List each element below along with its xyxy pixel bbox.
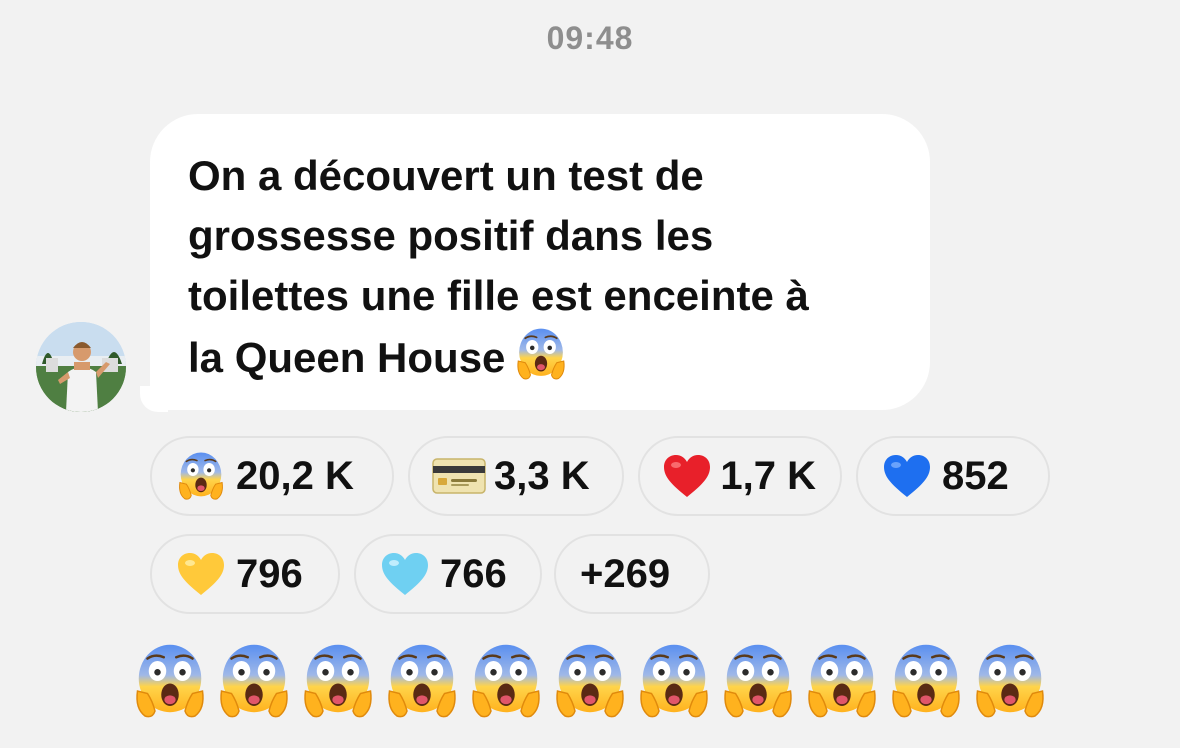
reaction-pill-credit-card[interactable]: 3,3 K [408,436,624,516]
face-screaming-in-fear-icon [884,636,968,726]
yellow-heart-icon [174,547,228,601]
face-screaming-in-fear-icon [548,636,632,726]
face-screaming-in-fear-icon [632,636,716,726]
reaction-pill-more[interactable]: +269 [554,534,710,614]
reaction-more-count: +269 [580,551,671,596]
face-screaming-in-fear-icon [212,636,296,726]
avatar-photo [36,322,126,412]
reaction-count: 766 [440,551,507,596]
chat-screen: 09:48 On a découvert un test de grossess… [0,0,1180,748]
sender-avatar[interactable] [36,322,126,412]
face-screaming-in-fear-icon [380,636,464,726]
reaction-pill-light-blue-heart[interactable]: 766 [354,534,542,614]
face-screaming-in-fear-icon [968,636,1052,726]
face-screaming-in-fear-icon [174,449,228,503]
reaction-pill-blue-heart[interactable]: 852 [856,436,1050,516]
reaction-count: 1,7 K [720,453,816,498]
reaction-count: 852 [942,453,1009,498]
face-screaming-in-fear-icon [800,636,884,726]
credit-card-icon [432,449,486,503]
message-text: On a découvert un test de grossesse posi… [188,146,894,398]
reaction-count: 20,2 K [236,453,354,498]
reaction-count: 3,3 K [494,453,590,498]
face-screaming-in-fear-icon [128,636,212,726]
emoji-reaction-row [128,636,1052,726]
reaction-pill-yellow-heart[interactable]: 796 [150,534,340,614]
red-heart-icon [662,449,712,503]
face-screaming-in-fear-icon [464,636,548,726]
face-screaming-in-fear-icon [296,636,380,726]
face-screaming-in-fear-icon [513,326,569,398]
message-timestamp: 09:48 [546,20,634,56]
reaction-count: 796 [236,551,303,596]
blue-heart-icon [880,449,934,503]
message-body: On a découvert un test de grossesse posi… [188,152,809,381]
reaction-pill-red-heart[interactable]: 1,7 K [638,436,842,516]
light-blue-heart-icon [378,547,432,601]
message-bubble[interactable]: On a découvert un test de grossesse posi… [150,114,930,410]
face-screaming-in-fear-icon [716,636,800,726]
reaction-pill-scream[interactable]: 20,2 K [150,436,394,516]
